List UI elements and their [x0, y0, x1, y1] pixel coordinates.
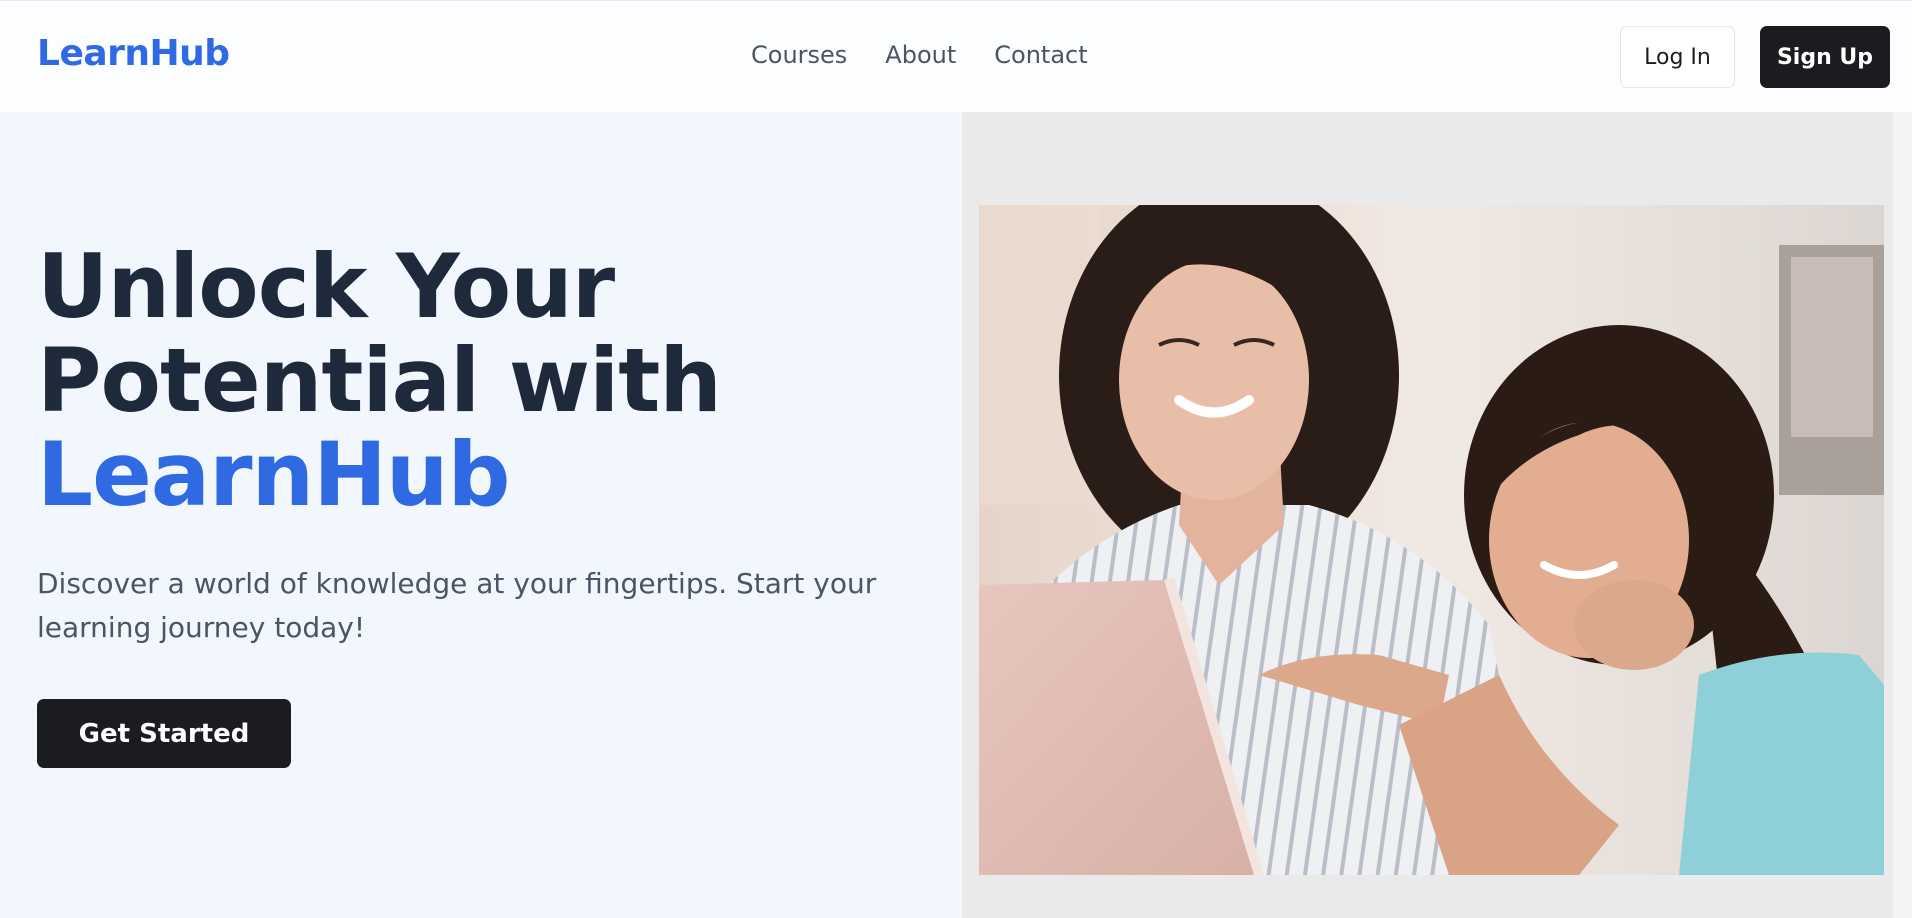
photo-of-woman-and-girl-using-laptop-icon	[979, 205, 1884, 875]
headline-line-2: Potential with	[37, 329, 722, 432]
brand-logo[interactable]: LearnHub	[37, 33, 230, 74]
hero-subtitle: Discover a world of knowledge at your fi…	[37, 567, 877, 644]
nav-link-courses[interactable]: Courses	[751, 41, 847, 69]
main-nav: Courses About Contact	[751, 41, 1088, 69]
headline-line-1: Unlock Your	[37, 235, 615, 338]
top-navbar: LearnHub Courses About Contact Log In Si…	[0, 0, 1912, 112]
headline-accent: LearnHub	[37, 423, 510, 526]
login-button[interactable]: Log In	[1620, 26, 1735, 88]
nav-link-about[interactable]: About	[885, 41, 956, 69]
signup-button[interactable]: Sign Up	[1760, 26, 1890, 88]
hero-headline: Unlock Your Potential with LearnHub	[37, 235, 722, 526]
page-edge	[1893, 112, 1912, 918]
nav-link-contact[interactable]: Contact	[994, 41, 1087, 69]
get-started-button[interactable]: Get Started	[37, 699, 291, 768]
hero-photo	[979, 205, 1884, 875]
